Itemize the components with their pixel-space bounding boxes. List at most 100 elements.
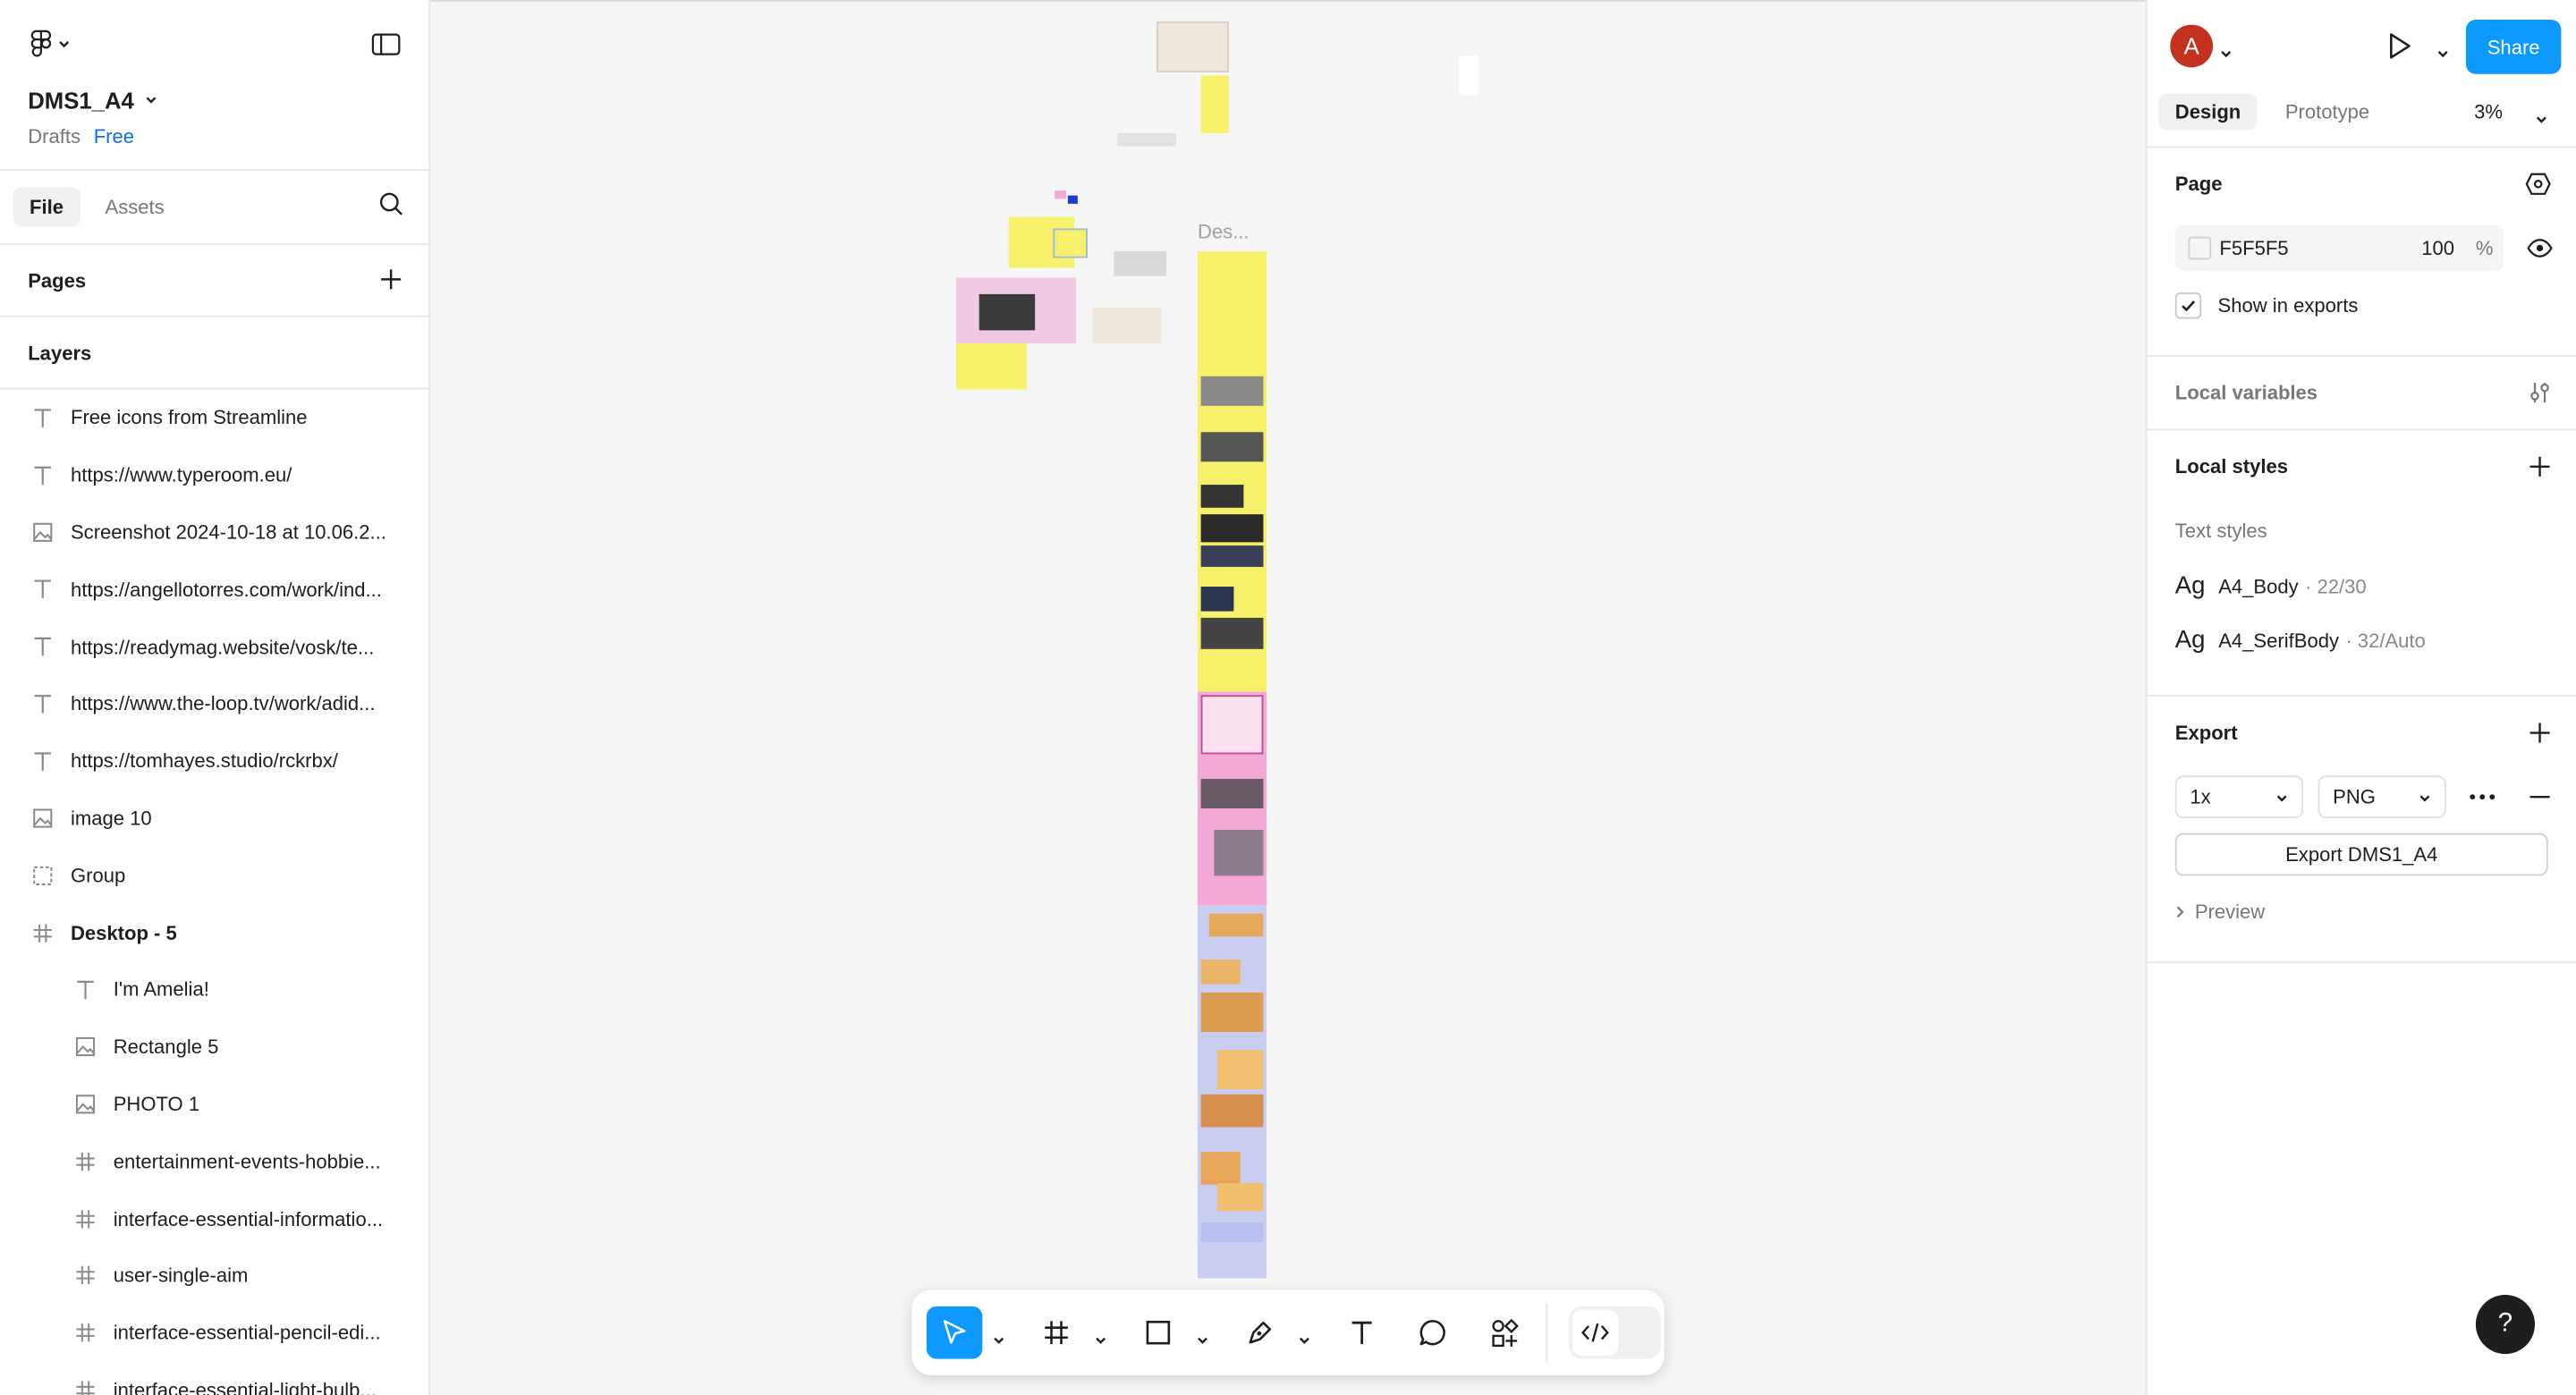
design-canvas[interactable]: Des... [430,0,2146,1395]
plan-badge[interactable]: Free [94,125,134,148]
layer-row[interactable]: interface-essential-light-bulb... [0,1361,428,1395]
left-tabs: File Assets [0,171,429,245]
styles-library-icon[interactable] [2525,171,2551,206]
layer-row[interactable]: PHOTO 1 [0,1076,428,1133]
tab-design[interactable]: Design [2158,93,2258,131]
page-opacity[interactable]: 100 [2421,237,2454,260]
canvas-frame-thumbnail[interactable] [1200,75,1229,133]
chevron-down-icon[interactable] [1196,1326,1209,1356]
layer-row[interactable]: https://readymag.website/vosk/te... [0,618,428,675]
frame-tool-icon[interactable] [1031,1306,1080,1359]
layer-row[interactable]: interface-essential-informatio... [0,1190,428,1247]
canvas-sticky-note[interactable] [1053,228,1088,258]
frame-layer-icon [74,1322,97,1345]
layer-row[interactable]: interface-essential-pencil-edi... [0,1305,428,1362]
image-layer-icon [74,1036,97,1059]
pen-tool-icon[interactable] [1235,1306,1284,1359]
canvas-white-frame[interactable] [1458,55,1479,96]
canvas-image[interactable] [979,293,1036,331]
layer-row[interactable]: Desktop - 5 [0,904,428,961]
chevron-down-icon[interactable] [1094,1326,1107,1356]
move-tool-icon[interactable] [926,1306,983,1359]
layer-row[interactable]: Free icons from Streamline [0,389,428,446]
canvas-sticky[interactable] [1055,190,1067,199]
chevron-down-icon[interactable] [2219,39,2233,69]
variables-settings-icon[interactable] [2527,379,2553,414]
tab-prototype[interactable]: Prototype [2268,94,2385,130]
text-style-icon: Ag [2174,626,2206,655]
text-style-name: A4_Body [2218,575,2299,598]
search-icon[interactable] [377,190,403,225]
pages-section: Pages [0,245,429,317]
canvas-image [1200,376,1264,406]
more-options-icon[interactable] [2468,785,2497,816]
layer-row[interactable]: user-single-aim [0,1247,428,1305]
page-color-field[interactable]: F5F5F5 100 % [2174,224,2504,272]
chevron-down-icon[interactable] [2535,106,2548,135]
drafts-link[interactable]: Drafts [28,125,80,148]
add-style-icon[interactable] [2529,455,2552,486]
dev-mode-toggle[interactable] [1569,1306,1661,1359]
canvas-frame-thumbnail[interactable] [1092,307,1162,344]
present-play-icon[interactable] [2387,31,2413,69]
tab-file[interactable]: File [13,187,80,227]
layer-row[interactable]: Group [0,847,428,904]
layer-row[interactable]: Rectangle 5 [0,1019,428,1076]
frame-layer-icon [31,921,55,944]
add-export-icon[interactable] [2529,722,2552,753]
preview-toggle[interactable]: Preview [2175,900,2265,924]
file-header: DMS1_A4 Drafts Free [0,0,429,172]
layer-row[interactable]: I'm Amelia! [0,961,428,1019]
text-layer-icon [31,464,55,487]
text-styles-label: Text styles [2174,519,2267,543]
share-button[interactable]: Share [2465,20,2562,74]
chevron-down-icon [59,41,70,48]
color-swatch[interactable] [2188,236,2212,260]
export-scale-select[interactable]: 1x [2174,775,2304,819]
canvas-sticky[interactable] [1067,195,1078,204]
text-style-item[interactable]: Ag A4_SerifBody · 32/Auto [2175,626,2426,654]
export-button[interactable]: Export DMS1_A4 [2174,833,2548,876]
text-style-icon: Ag [2174,571,2206,600]
comment-tool-icon[interactable] [1408,1306,1457,1359]
zoom-level[interactable]: 3% [2474,100,2503,123]
layer-row[interactable]: Screenshot 2024-10-18 at 10.06.2... [0,503,428,561]
eye-icon[interactable] [2527,237,2553,268]
file-name-button[interactable]: DMS1_A4 [28,87,157,114]
canvas-text-note[interactable] [1116,132,1177,147]
layer-row[interactable]: https://www.typeroom.eu/ [0,446,428,503]
layer-row[interactable]: https://tomhayes.studio/rckrbx/ [0,732,428,790]
canvas-image [1200,617,1264,649]
canvas-image [1214,829,1264,876]
show-in-exports-checkbox[interactable] [2174,292,2202,319]
layer-row[interactable]: entertainment-events-hobbie... [0,1133,428,1190]
help-button[interactable]: ? [2475,1294,2536,1355]
chevron-down-icon [2276,795,2287,802]
add-page-icon[interactable] [379,268,402,300]
layer-row[interactable]: https://angellotorres.com/work/ind... [0,561,428,618]
export-format-select[interactable]: PNG [2318,775,2446,819]
layer-row[interactable]: https://www.the-loop.tv/work/adid... [0,675,428,732]
text-style-item[interactable]: Ag A4_Body · 22/30 [2175,571,2367,599]
canvas-frame-thumbnail[interactable] [1157,21,1229,72]
local-variables-section[interactable]: Local variables [2147,357,2576,431]
local-styles-heading: Local styles [2174,454,2288,478]
canvas-placeholder[interactable] [1114,251,1167,276]
page-color-hex[interactable]: F5F5F5 [2219,237,2288,260]
avatar[interactable]: A [2170,24,2214,68]
canvas-frame-thumbnail[interactable] [955,343,1027,390]
chevron-down-icon[interactable] [1298,1326,1311,1356]
main-menu-button[interactable] [30,30,71,59]
file-location: Drafts Free [28,125,134,148]
sidebar-toggle-icon[interactable] [371,31,401,66]
layer-row[interactable]: image 10 [0,790,428,847]
remove-export-icon[interactable] [2529,785,2552,816]
chevron-down-icon [2419,795,2430,802]
actions-tool-icon[interactable] [1480,1306,1530,1359]
chevron-down-icon[interactable] [2436,39,2450,69]
text-tool-icon[interactable] [1337,1306,1386,1359]
text-style-meta: · 22/30 [2305,575,2367,598]
chevron-down-icon[interactable] [992,1326,1005,1356]
tab-assets[interactable]: Assets [89,187,181,226]
rectangle-tool-icon[interactable] [1133,1306,1182,1359]
